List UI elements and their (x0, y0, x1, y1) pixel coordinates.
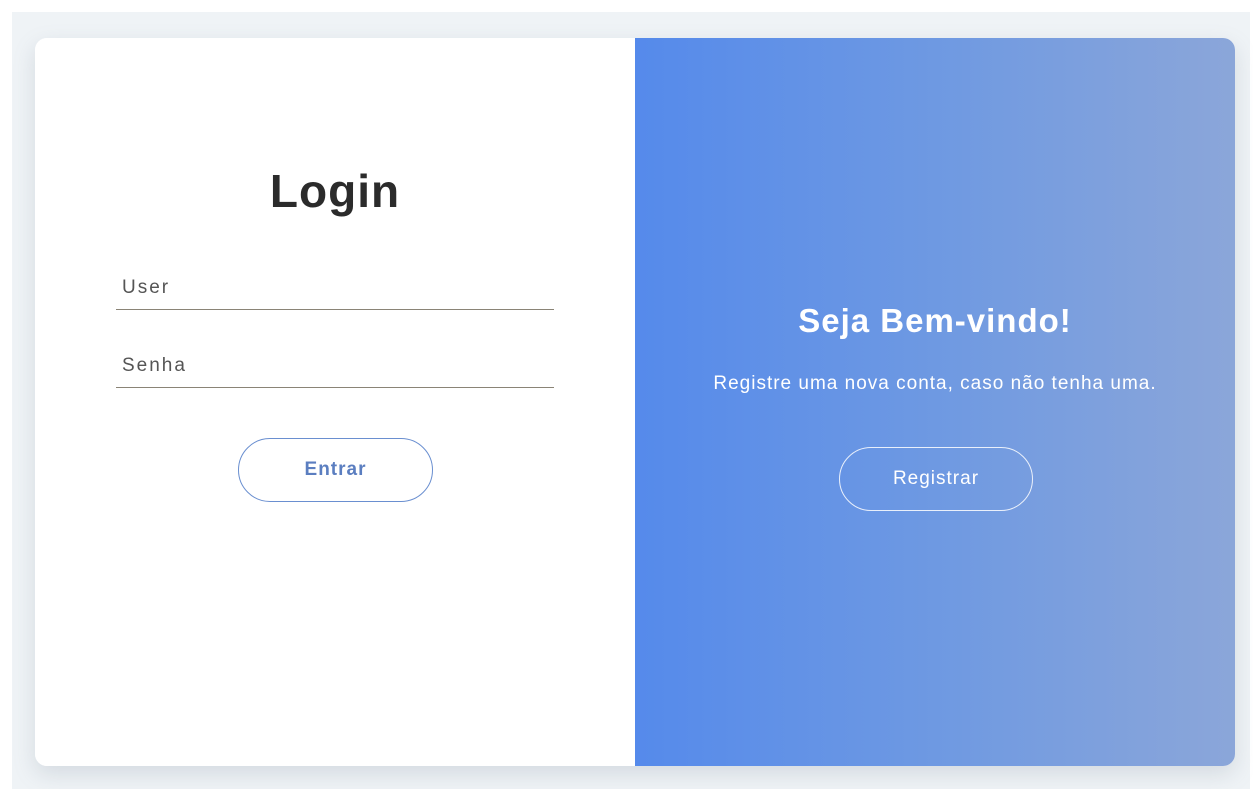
page: Login Entrar Seja Bem-vindo! Registre um… (0, 0, 1253, 789)
welcome-title: Seja Bem-vindo! (798, 302, 1072, 339)
user-input[interactable] (116, 266, 554, 310)
auth-card: Login Entrar Seja Bem-vindo! Registre um… (35, 38, 1235, 766)
welcome-panel: Seja Bem-vindo! Registre uma nova conta,… (635, 38, 1235, 766)
password-input[interactable] (116, 344, 554, 388)
login-button[interactable]: Entrar (238, 438, 433, 502)
login-panel: Login Entrar (35, 38, 635, 766)
welcome-text: Registre uma nova conta, caso não tenha … (713, 373, 1157, 394)
register-button[interactable]: Registrar (839, 447, 1033, 511)
login-title: Login (269, 165, 401, 217)
